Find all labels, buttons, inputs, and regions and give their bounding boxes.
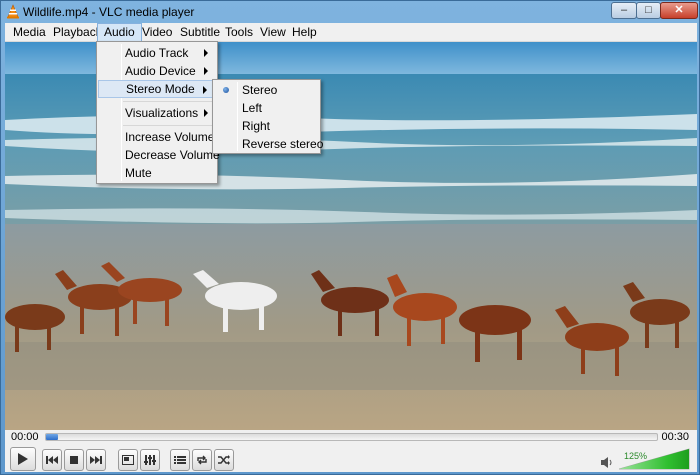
play-button[interactable] — [10, 447, 36, 471]
seek-progress — [46, 434, 59, 440]
extended-settings-button[interactable] — [140, 449, 160, 471]
menu-item-label: Audio Track — [125, 46, 189, 60]
menu-media[interactable]: Media — [7, 23, 52, 42]
menu-item-reverse-stereo[interactable]: Reverse stereo — [214, 135, 323, 153]
shuffle-icon — [218, 455, 230, 465]
stereo-mode-submenu: Stereo Left Right Reverse stereo — [212, 79, 323, 154]
elapsed-time: 00:00 — [11, 431, 39, 443]
menu-item-left[interactable]: Left — [214, 99, 319, 117]
menu-separator — [123, 101, 215, 102]
menu-item-stereo[interactable]: Stereo — [214, 81, 319, 99]
previous-icon — [46, 456, 58, 464]
playlist-icon — [174, 456, 186, 464]
menu-item-audio-device[interactable]: Audio Device — [98, 62, 216, 80]
menu-item-mute[interactable]: Mute — [98, 164, 216, 182]
close-button[interactable]: ✕ — [660, 2, 698, 19]
submenu-arrow-icon — [204, 109, 208, 117]
menu-separator — [123, 125, 215, 126]
radio-selected-icon — [223, 87, 229, 93]
minimize-button[interactable]: – — [611, 2, 637, 19]
menu-item-label: Audio Device — [125, 64, 196, 78]
menu-item-visualizations[interactable]: Visualizations — [98, 104, 216, 122]
maximize-button[interactable]: □ — [636, 2, 661, 19]
menu-item-decrease-volume[interactable]: Decrease Volume — [98, 146, 220, 164]
window-title: Wildlife.mp4 - VLC media player — [23, 5, 195, 19]
loop-icon — [197, 455, 207, 465]
loop-button[interactable] — [192, 449, 212, 471]
menu-item-increase-volume[interactable]: Increase Volume — [98, 128, 216, 146]
seek-row: 00:00 00:30 — [5, 430, 697, 444]
menu-help[interactable]: Help — [286, 23, 323, 42]
menu-audio[interactable]: Audio — [97, 23, 142, 42]
extended-settings-icon — [144, 455, 156, 465]
playlist-button[interactable] — [170, 449, 190, 471]
title-bar[interactable]: Wildlife.mp4 - VLC media player – □ ✕ — [1, 1, 699, 23]
menu-video[interactable]: Video — [136, 23, 178, 42]
submenu-arrow-icon — [203, 86, 207, 94]
menu-item-label: Stereo — [242, 83, 278, 97]
menu-bar: Media Playback Audio Video Subtitle Tool… — [5, 23, 697, 42]
shuffle-button[interactable] — [214, 449, 234, 471]
volume-level — [619, 449, 689, 469]
vlc-window: Wildlife.mp4 - VLC media player – □ ✕ Me… — [0, 0, 700, 475]
next-button[interactable] — [86, 449, 106, 471]
control-bar: 125% — [5, 444, 697, 472]
volume-slider[interactable] — [619, 446, 691, 470]
stop-button[interactable] — [64, 449, 84, 471]
menu-item-label: Visualizations — [125, 106, 199, 120]
speaker-icon[interactable] — [601, 457, 613, 471]
menu-item-stereo-mode[interactable]: Stereo Mode — [98, 80, 216, 98]
menu-tools[interactable]: Tools — [219, 23, 259, 42]
play-icon — [18, 453, 28, 465]
audio-menu: Audio Track Audio Device Stereo Mode Vis… — [96, 41, 220, 184]
submenu-arrow-icon — [204, 67, 208, 75]
stop-icon — [70, 456, 78, 464]
menu-item-audio-track[interactable]: Audio Track — [98, 44, 216, 62]
next-icon — [90, 456, 102, 464]
submenu-arrow-icon — [204, 49, 208, 57]
menu-item-right[interactable]: Right — [214, 117, 319, 135]
fullscreen-button[interactable] — [118, 449, 138, 471]
menu-item-label: Stereo Mode — [126, 82, 195, 96]
fullscreen-icon — [122, 455, 134, 465]
seek-slider[interactable] — [45, 433, 658, 441]
previous-button[interactable] — [42, 449, 62, 471]
total-time: 00:30 — [661, 431, 689, 443]
vlc-cone-icon — [6, 4, 20, 19]
